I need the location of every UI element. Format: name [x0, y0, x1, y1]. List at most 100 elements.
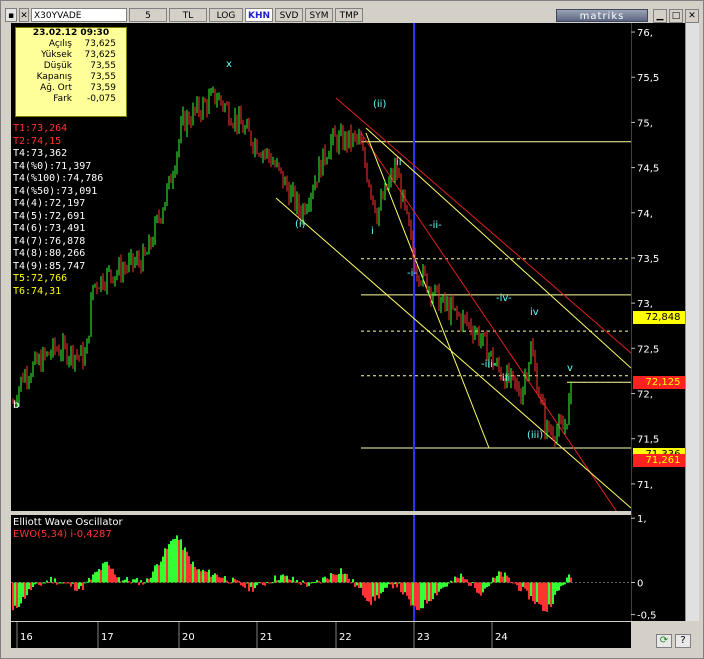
level-line: T4(6):73,491 — [13, 223, 86, 234]
osc-bar — [24, 582, 26, 599]
info-value: -0,075 — [86, 94, 116, 104]
osc-bar — [374, 582, 376, 601]
info-label: Açılış — [48, 39, 72, 49]
refresh-icon[interactable]: ⟳ — [656, 634, 672, 648]
info-row-vwap: Ağ. Ort 73,59 — [16, 83, 126, 94]
osc-bar — [496, 575, 498, 583]
osc-axis-tick-label: 0 — [637, 578, 643, 589]
osc-bar — [118, 577, 120, 583]
window-menu-button[interactable]: ▪ — [5, 8, 17, 22]
osc-bar — [394, 582, 396, 585]
osc-bar — [346, 573, 348, 583]
vertical-scrollbar[interactable] — [685, 23, 699, 621]
osc-bar — [258, 582, 260, 584]
osc-bar — [466, 579, 468, 583]
osc-bar — [408, 582, 410, 600]
osc-bar — [50, 576, 52, 583]
help-icon[interactable]: ? — [675, 634, 691, 648]
osc-bar — [104, 562, 106, 583]
minimize-icon[interactable]: ▁ — [653, 9, 667, 23]
osc-bar — [34, 582, 36, 585]
osc-bar — [246, 582, 248, 584]
info-row-change: Fark -0,075 — [16, 94, 126, 105]
osc-bar — [460, 573, 462, 583]
osc-bar — [16, 582, 18, 608]
osc-bar — [486, 582, 488, 588]
osc-bar — [232, 577, 234, 583]
osc-bar — [488, 582, 490, 587]
osc-bar — [210, 576, 212, 583]
tmp-button[interactable]: TMP — [335, 8, 363, 22]
osc-bar — [132, 579, 134, 583]
period-selector[interactable]: 5 — [129, 8, 167, 22]
osc-bar — [362, 582, 364, 596]
sym-button[interactable]: SYM — [305, 8, 333, 22]
osc-bar — [358, 582, 360, 589]
osc-bar — [272, 582, 274, 584]
osc-bar — [130, 582, 132, 584]
info-label: Düşük — [43, 61, 72, 71]
osc-bar — [434, 582, 436, 594]
osc-bar — [528, 582, 530, 600]
osc-bar — [36, 582, 38, 584]
osc-bar — [70, 582, 72, 587]
symbol-input[interactable]: X30YVADE — [31, 8, 127, 22]
axis-tick-label: 71, — [637, 480, 653, 491]
osc-bar — [220, 577, 222, 583]
osc-bar — [136, 577, 138, 583]
osc-bar — [290, 579, 292, 583]
close-icon[interactable]: ✕ — [685, 9, 699, 23]
osc-bar — [504, 572, 506, 583]
osc-bar — [138, 582, 140, 586]
osc-bar — [446, 582, 448, 587]
osc-bar — [174, 538, 176, 583]
currency-button[interactable]: TL — [169, 8, 207, 22]
osc-bar — [520, 582, 522, 592]
osc-bar — [560, 582, 562, 587]
wave-label: -iii- — [481, 359, 497, 370]
osc-bar — [134, 579, 136, 583]
osc-bar — [474, 582, 476, 589]
log-button[interactable]: LOG — [209, 8, 243, 22]
osc-bar — [336, 574, 338, 583]
svd-button[interactable]: SVD — [275, 8, 303, 22]
level-line: T4(9):85,747 — [13, 260, 86, 272]
osc-bar — [114, 574, 116, 583]
khn-button[interactable]: KHN — [245, 8, 273, 22]
osc-bar — [554, 582, 556, 595]
osc-bar — [402, 582, 404, 595]
info-value: 73,59 — [90, 83, 116, 93]
osc-bar — [324, 576, 326, 583]
osc-bar — [442, 582, 444, 588]
symbol-clear-button[interactable]: ✕ — [19, 8, 29, 22]
osc-bar — [524, 582, 526, 589]
osc-bar — [182, 549, 184, 583]
oscillator-panel[interactable]: Elliott Wave Oscillator EWO(5,34) i-0,42… — [11, 515, 631, 621]
osc-bar — [342, 574, 344, 583]
wave-label: -i- — [407, 268, 417, 279]
osc-bar — [356, 582, 358, 586]
maximize-icon[interactable]: □ — [669, 9, 683, 23]
osc-bar — [18, 582, 20, 607]
oscillator-legend: EWO(5,34) i-0,4287 — [13, 529, 112, 540]
osc-bar — [212, 575, 214, 583]
osc-bar — [312, 582, 314, 584]
osc-bar — [256, 582, 258, 586]
osc-bar — [72, 582, 74, 584]
osc-bar — [82, 582, 84, 591]
time-tick-label: 24 — [495, 632, 508, 643]
axis-tick-label: 76, — [637, 28, 653, 39]
price-chart[interactable]: x b (ii) (i) i ii -ii- -i- -iv-iv -iii-iii (iii) v … — [11, 23, 631, 511]
osc-bar — [22, 582, 24, 597]
osc-bar — [240, 582, 242, 586]
osc-bar — [214, 573, 216, 583]
osc-bar — [468, 582, 470, 586]
time-tick-label: 17 — [101, 632, 114, 643]
osc-axis-tick-label: -0,5 — [637, 611, 657, 621]
osc-bar — [484, 582, 486, 589]
osc-bar — [32, 582, 34, 587]
osc-bar — [188, 556, 190, 583]
osc-bar — [450, 580, 452, 583]
osc-bar — [436, 582, 438, 596]
osc-bar — [344, 573, 346, 583]
